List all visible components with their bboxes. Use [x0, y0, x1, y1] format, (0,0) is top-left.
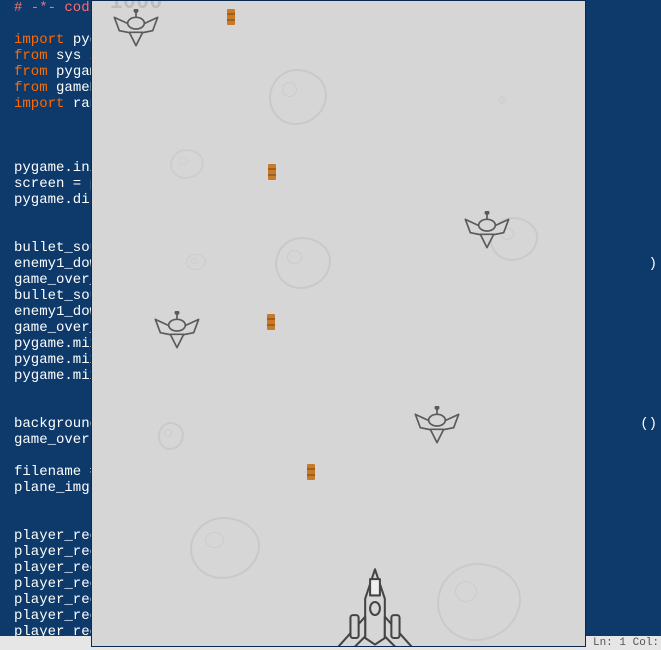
asteroid-icon	[190, 517, 260, 579]
enemy-ship-icon	[111, 9, 161, 49]
asteroid-icon	[170, 149, 204, 179]
bullet-icon	[268, 164, 276, 180]
asteroid-icon	[269, 69, 327, 125]
enemy-ship-icon	[462, 211, 512, 251]
bullet-icon	[267, 314, 275, 330]
enemy-ship-icon	[412, 406, 462, 446]
asteroid-icon	[498, 96, 506, 104]
bullet-icon	[227, 9, 235, 25]
player-ship-icon[interactable]	[325, 566, 425, 647]
bullet-icon	[307, 464, 315, 480]
asteroid-icon	[158, 422, 184, 450]
asteroid-icon	[275, 237, 331, 289]
game-window[interactable]: 1000	[91, 0, 586, 647]
asteroid-icon	[437, 563, 521, 641]
cursor-position: Ln: 1 Col:	[593, 637, 659, 649]
asteroid-icon	[186, 254, 206, 270]
score-display: 1000	[110, 0, 163, 9]
enemy-ship-icon	[152, 311, 202, 351]
